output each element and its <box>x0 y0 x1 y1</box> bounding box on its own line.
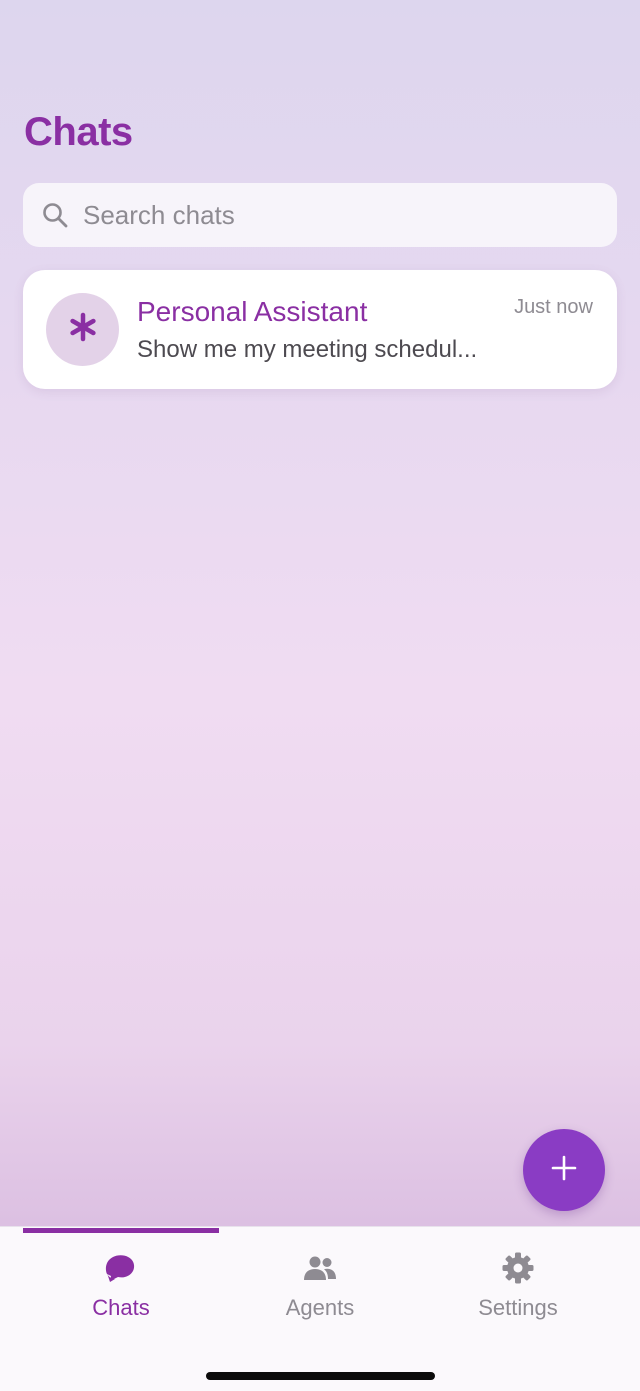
new-chat-button[interactable] <box>523 1129 605 1211</box>
tab-label: Chats <box>92 1295 150 1320</box>
plus-icon <box>551 1155 577 1186</box>
tab-agents[interactable]: Agents <box>220 1251 420 1321</box>
active-tab-indicator <box>23 1228 219 1233</box>
chat-name: Personal Assistant <box>137 296 368 327</box>
chat-preview: Show me my meeting schedul... <box>137 336 478 363</box>
search-input[interactable] <box>83 199 583 231</box>
people-icon <box>302 1251 338 1285</box>
chat-timestamp: Just now <box>514 296 593 318</box>
avatar <box>46 293 119 366</box>
chat-bubbles-icon <box>103 1251 139 1285</box>
chat-list-item[interactable]: Personal Assistant Just now Show me my m… <box>23 270 617 389</box>
tab-label: Settings <box>478 1295 558 1320</box>
tab-chats[interactable]: Chats <box>21 1251 221 1321</box>
gear-icon <box>500 1251 536 1285</box>
search-bar[interactable] <box>23 183 617 247</box>
search-icon <box>41 201 69 229</box>
tab-bar: Chats Agents Settings <box>0 1226 640 1391</box>
page-title: Chats <box>24 110 133 154</box>
asterisk-icon <box>68 312 98 347</box>
tab-label: Agents <box>285 1295 355 1320</box>
tab-settings[interactable]: Settings <box>418 1251 618 1321</box>
home-indicator <box>206 1372 435 1380</box>
